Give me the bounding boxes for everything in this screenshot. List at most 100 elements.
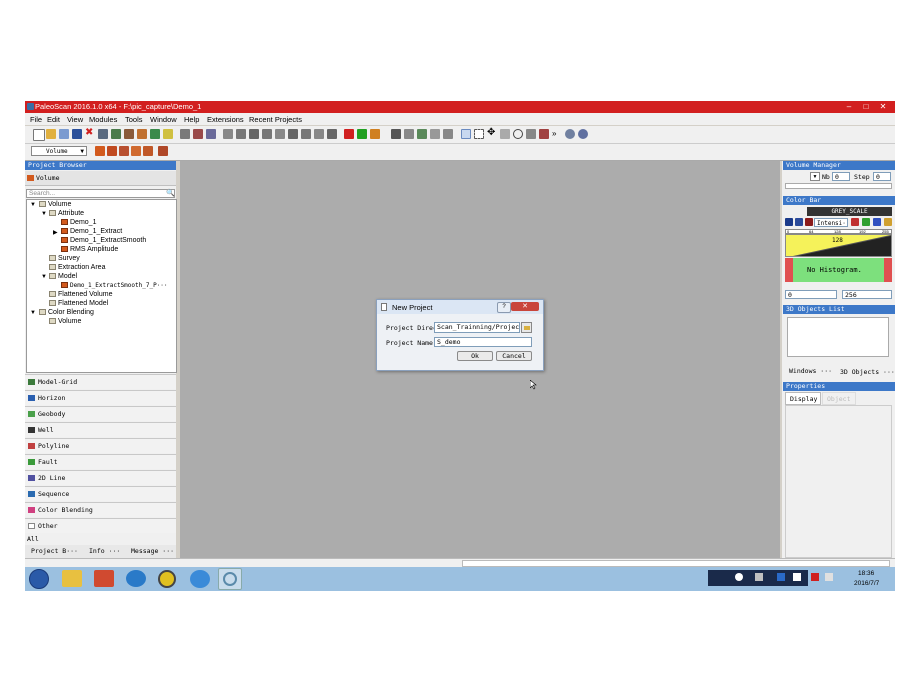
tab-3d-objects[interactable]: 3D Objects ··· — [840, 368, 895, 376]
hourglass-icon[interactable] — [314, 129, 324, 139]
tree-item-color-blending[interactable]: Color Blending — [39, 309, 94, 316]
open-folder-icon[interactable] — [46, 129, 56, 139]
search-input[interactable]: Search... — [26, 189, 175, 198]
rotate-icon[interactable] — [236, 129, 246, 139]
volume-slice-icon[interactable] — [107, 146, 117, 156]
volume-icon[interactable] — [98, 129, 108, 139]
pick-orange-icon[interactable] — [370, 129, 380, 139]
step-field[interactable]: 0 — [873, 172, 891, 181]
colorbar-option-icon[interactable] — [873, 218, 881, 226]
tree-item-model-volume[interactable]: Demo_1_ExtractSmooth_7_P··· — [61, 282, 168, 289]
browse-folder-button[interactable] — [521, 322, 532, 333]
paleoscan-task-icon[interactable] — [218, 568, 242, 590]
tray-icon[interactable] — [793, 573, 801, 581]
menu-file[interactable]: File — [30, 115, 42, 124]
explorer-icon[interactable] — [62, 570, 82, 587]
more-tools-icon[interactable]: » — [552, 129, 562, 139]
menu-help[interactable]: Help — [184, 115, 199, 124]
flip-icon[interactable] — [275, 129, 285, 139]
colorbar-tool-icon[interactable] — [785, 218, 793, 226]
colorbar-option-icon[interactable] — [851, 218, 859, 226]
accordion-sequence[interactable]: Sequence — [25, 486, 176, 501]
tab-windows[interactable]: Windows ··· — [789, 367, 832, 375]
colorbar-option-icon[interactable] — [884, 218, 892, 226]
close-button[interactable]: ✕ — [876, 101, 890, 112]
tree-item-flattened-volume[interactable]: Flattened Volume — [49, 291, 112, 298]
cursor-info-icon[interactable] — [404, 129, 414, 139]
compress-icon[interactable] — [288, 129, 298, 139]
colorbar-option-icon[interactable] — [862, 218, 870, 226]
tray-icon[interactable] — [735, 573, 743, 581]
arrows-icon[interactable] — [262, 129, 272, 139]
volume-tray-icon[interactable] — [825, 573, 833, 581]
pick-red-icon[interactable] — [344, 129, 354, 139]
expand-arrow-icon[interactable]: ▼ — [30, 202, 36, 208]
project-name-field[interactable]: S_demo — [434, 337, 532, 347]
accordion-horizon[interactable]: Horizon — [25, 390, 176, 405]
accordion-fault[interactable]: Fault — [25, 454, 176, 469]
tree-item-demo-1-extractsmooth[interactable]: Demo_1_ExtractSmooth — [61, 237, 146, 244]
screenshot-icon[interactable] — [539, 129, 549, 139]
accordion-well[interactable]: Well — [25, 422, 176, 437]
project-directory-field[interactable]: Scan_Trainning/Projects — [434, 322, 520, 333]
volume-slider[interactable] — [785, 183, 892, 189]
tree-item-blend-volume[interactable]: Volume — [49, 318, 81, 325]
menu-tools[interactable]: Tools — [125, 115, 143, 124]
save-icon[interactable] — [72, 129, 82, 139]
attribute-icon[interactable] — [137, 129, 147, 139]
tab-project-browser[interactable]: Project B··· — [31, 547, 78, 555]
colormap-select[interactable]: GREY_SCALE — [807, 207, 892, 216]
volume-cube-icon[interactable] — [95, 146, 105, 156]
tab-display[interactable]: Display — [785, 392, 821, 405]
colorbar-tool-icon[interactable] — [805, 218, 813, 226]
dialog-close-button[interactable]: ✕ — [511, 302, 539, 311]
volume-dropdown[interactable]: ▼ — [810, 172, 820, 181]
tray-icon[interactable] — [777, 573, 785, 581]
transform-icon[interactable] — [206, 129, 216, 139]
volume-stack-icon[interactable] — [143, 146, 153, 156]
accordion-other[interactable]: Other — [25, 518, 176, 533]
pan-hand-icon[interactable] — [500, 129, 510, 139]
colorbar-tool-icon[interactable] — [795, 218, 803, 226]
menu-edit[interactable]: Edit — [47, 115, 60, 124]
tree-item-attribute[interactable]: Attribute — [49, 210, 84, 217]
tree-item-extraction-area[interactable]: Extraction Area — [49, 264, 105, 271]
volume-section-icon[interactable] — [119, 146, 129, 156]
menu-recent-projects[interactable]: Recent Projects — [249, 115, 302, 124]
pick-green-icon[interactable] — [357, 129, 367, 139]
refresh-icon[interactable] — [249, 129, 259, 139]
new-file-icon[interactable] — [33, 129, 45, 141]
tree-item-flattened-model[interactable]: Flattened Model — [49, 300, 108, 307]
vertical-arrows-icon[interactable] — [301, 129, 311, 139]
objects-list[interactable] — [787, 317, 889, 357]
colorbar-min-field[interactable]: 0 — [785, 290, 837, 299]
tab-message[interactable]: Message ··· — [131, 547, 174, 555]
minimize-button[interactable]: – — [842, 101, 856, 112]
ruler-icon[interactable] — [443, 129, 453, 139]
start-button[interactable] — [29, 569, 49, 589]
intensity-select[interactable]: Intensi··· — [814, 218, 848, 227]
scissors-icon[interactable] — [193, 129, 203, 139]
expand-arrow-icon[interactable]: ▼ — [30, 310, 36, 316]
tab-object[interactable]: Object — [822, 392, 856, 405]
accordion-color-blending[interactable]: Color Blending — [25, 502, 176, 517]
opacity-ramp[interactable]: 128 — [785, 234, 892, 257]
zoom-icon[interactable] — [513, 129, 523, 139]
tree-item-rms-amplitude[interactable]: RMS Amplitude — [61, 246, 118, 253]
all-label[interactable]: All — [27, 535, 39, 543]
cancel-button[interactable]: Cancel — [496, 351, 532, 361]
pencil-icon[interactable] — [180, 129, 190, 139]
accordion-model-grid[interactable]: Model-Grid — [25, 374, 176, 389]
volume-select[interactable]: Volume ▼ — [31, 146, 87, 156]
menu-modules[interactable]: Modules — [89, 115, 117, 124]
select-cursor-icon[interactable] — [461, 129, 471, 139]
fit-view-icon[interactable] — [526, 129, 536, 139]
tree-item-volume[interactable]: Volume — [39, 201, 71, 208]
tree-item-demo-1[interactable]: Demo_1 — [61, 219, 96, 226]
tree-item-model[interactable]: Model — [49, 273, 77, 280]
colorbar-max-field[interactable]: 256 — [842, 290, 892, 299]
expand-arrow-icon[interactable]: ▼ — [41, 274, 47, 280]
help-button[interactable]: ? — [497, 302, 511, 313]
volume-umbrella-icon[interactable] — [131, 146, 141, 156]
well-tool-icon[interactable] — [223, 129, 233, 139]
